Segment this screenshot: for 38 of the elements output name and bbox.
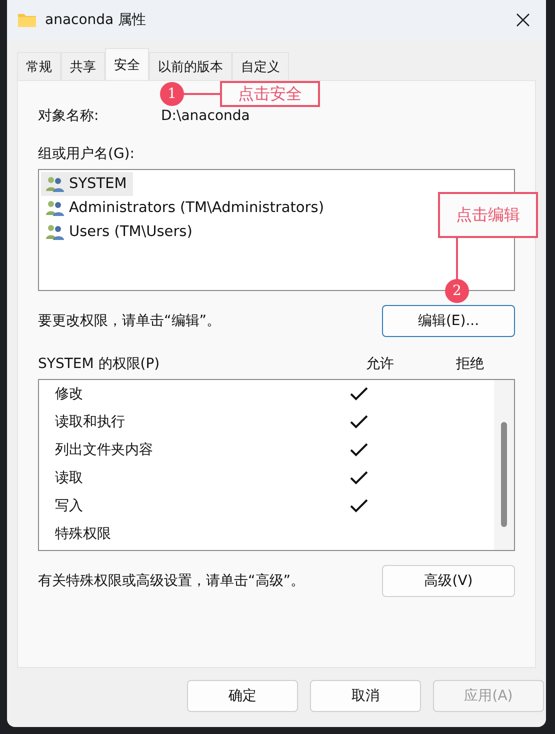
scrollbar[interactable] [494, 380, 514, 550]
permission-name: 读取 [55, 469, 84, 487]
permission-name: 特殊权限 [55, 525, 112, 543]
tab[interactable]: 自定义 [232, 52, 289, 80]
callout-box: 点击安全 [220, 81, 320, 107]
permissions-label: SYSTEM 的权限(P) [38, 355, 161, 373]
window-title: anaconda 属性 [45, 11, 148, 29]
permission-name: 修改 [55, 385, 84, 403]
groups-label: 组或用户名(G): [38, 145, 136, 163]
edit-hint: 要更改权限，请单击“编辑”。 [38, 312, 221, 330]
callout-box: 点击编辑 [438, 192, 538, 238]
permission-name: 读取和执行 [55, 413, 126, 431]
close-icon [516, 13, 530, 27]
group-item[interactable]: Administrators (TM\Administrators) [41, 196, 330, 220]
edit-button[interactable]: 编辑(E)... [382, 305, 515, 337]
users-icon [45, 200, 65, 216]
tab[interactable]: 共享 [61, 52, 105, 80]
tab[interactable]: 安全 [105, 48, 149, 80]
column-header: 拒绝 [455, 355, 485, 373]
tab[interactable]: 常规 [17, 52, 61, 80]
group-item[interactable]: Users (TM\Users) [41, 220, 198, 244]
leader-line [456, 238, 458, 280]
folder-icon [17, 12, 37, 28]
leader-line [182, 93, 220, 95]
object-name-value: D:\anaconda [161, 108, 250, 124]
advanced-button[interactable]: 高级(V) [382, 565, 515, 597]
group-item[interactable]: SYSTEM [41, 172, 133, 196]
scrollbar-thumb[interactable] [501, 422, 507, 527]
dialog-button[interactable]: 确定 [187, 680, 298, 712]
users-icon [45, 176, 65, 192]
tab[interactable]: 以前的版本 [149, 52, 232, 80]
permission-name: 写入 [55, 497, 84, 515]
object-name-label: 对象名称: [38, 107, 100, 125]
advanced-hint: 有关特殊权限或高级设置，请单击“高级”。 [38, 572, 305, 590]
column-header: 允许 [365, 355, 395, 373]
dialog-button[interactable]: 取消 [310, 680, 421, 712]
users-icon [45, 224, 65, 240]
permission-name: 列出文件夹内容 [55, 441, 154, 459]
